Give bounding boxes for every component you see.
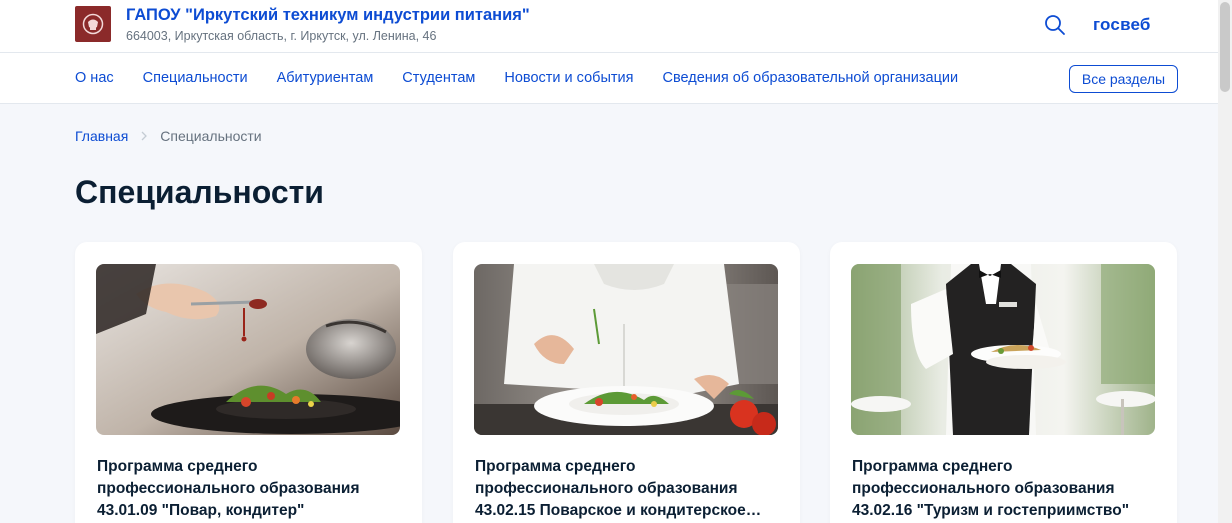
card-title-line: профессионального образования bbox=[475, 480, 738, 497]
header-top-bar: ГАПОУ "Иркутский техникум индустрии пита… bbox=[0, 0, 1218, 53]
card-title-line: Программа среднего bbox=[475, 458, 636, 475]
nav-item-specialties[interactable]: Специальности bbox=[143, 70, 248, 90]
emblem-logo-icon[interactable] bbox=[75, 6, 111, 42]
card-title-line: Программа среднего bbox=[852, 458, 1013, 475]
specialty-card[interactable]: Программа среднего профессионального обр… bbox=[75, 242, 422, 523]
all-sections-button[interactable]: Все разделы bbox=[1069, 65, 1178, 93]
specialty-card[interactable]: Программа среднего профессионального обр… bbox=[453, 242, 800, 523]
card-title[interactable]: Программа среднего профессионального обр… bbox=[475, 456, 775, 522]
card-title-line: 43.02.16 "Туризм и гостеприимство" bbox=[852, 502, 1130, 519]
search-icon[interactable] bbox=[1043, 13, 1067, 37]
card-image-chef-plating bbox=[96, 264, 400, 435]
org-name-link[interactable]: ГАПОУ "Иркутский техникум индустрии пита… bbox=[126, 6, 530, 25]
nav-item-about[interactable]: О нас bbox=[75, 70, 114, 90]
site-header: ГАПОУ "Иркутский техникум индустрии пита… bbox=[0, 0, 1218, 104]
nav-item-org-info[interactable]: Сведения об образовательной организации bbox=[662, 70, 958, 90]
card-image-waiter bbox=[851, 264, 1155, 435]
card-title[interactable]: Программа среднего профессионального обр… bbox=[97, 456, 397, 522]
card-title-line: Программа среднего bbox=[97, 458, 258, 475]
card-title-line: 43.01.09 "Повар, кондитер" bbox=[97, 502, 305, 519]
card-title-line: профессионального образования bbox=[97, 480, 360, 497]
nav-item-applicants[interactable]: Абитуриентам bbox=[277, 70, 374, 90]
scrollbar-thumb[interactable] bbox=[1220, 2, 1230, 92]
nav-item-news[interactable]: Новости и события bbox=[504, 70, 633, 90]
card-title[interactable]: Программа среднего профессионального обр… bbox=[852, 456, 1152, 522]
page-title: Специальности bbox=[75, 174, 324, 210]
chevron-right-icon bbox=[140, 129, 148, 144]
breadcrumb: Главная Специальности bbox=[75, 128, 262, 144]
breadcrumb-current: Специальности bbox=[160, 128, 262, 144]
org-address: 664003, Иркутская область, г. Иркутск, у… bbox=[126, 29, 437, 43]
specialty-card[interactable]: Программа среднего профессионального обр… bbox=[830, 242, 1177, 523]
breadcrumb-home-link[interactable]: Главная bbox=[75, 128, 128, 144]
card-image-chef-garnishing bbox=[474, 264, 778, 435]
main-nav: О нас Специальности Абитуриентам Студент… bbox=[75, 70, 958, 90]
card-title-line: 43.02.15 Поварское и кондитерское… bbox=[475, 502, 762, 519]
gosweb-brand-link[interactable]: госвеб bbox=[1093, 15, 1151, 35]
card-title-line: профессионального образования bbox=[852, 480, 1115, 497]
nav-item-students[interactable]: Студентам bbox=[402, 70, 475, 90]
